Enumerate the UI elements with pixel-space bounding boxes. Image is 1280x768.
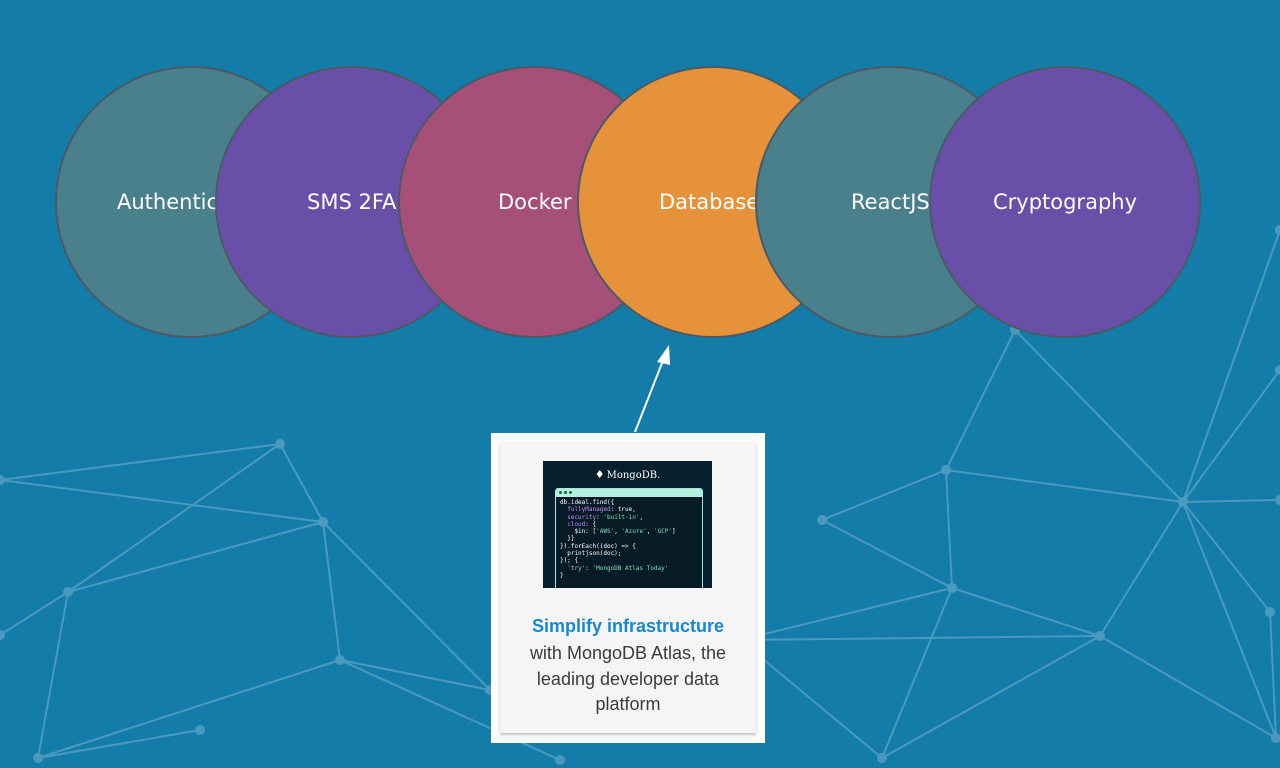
network-line xyxy=(1182,229,1280,503)
ad-body-text: with MongoDB Atlas, the leading develope… xyxy=(529,643,727,714)
network-line xyxy=(821,469,947,521)
network-line xyxy=(1014,329,1184,503)
network-node xyxy=(1271,733,1280,743)
network-node xyxy=(1275,365,1280,375)
mongodb-logo: ♦ MongoDB. xyxy=(594,468,661,481)
network-line xyxy=(0,443,281,481)
network-line xyxy=(37,659,341,759)
code-snippet: db.ideal.find({ fullyManaged: true, secu… xyxy=(560,499,676,579)
ad-title-link[interactable]: Simplify infrastructure xyxy=(500,616,756,637)
network-node xyxy=(941,465,951,475)
network-line xyxy=(322,521,341,661)
topic-label: ReactJS xyxy=(851,190,930,214)
topic-label: Database xyxy=(659,190,760,214)
network-line xyxy=(67,521,324,593)
network-line xyxy=(339,659,491,691)
network-node xyxy=(195,725,205,735)
network-line xyxy=(881,587,953,759)
topic-label: Authentic xyxy=(117,190,219,214)
network-line xyxy=(1099,501,1184,637)
network-node xyxy=(63,587,73,597)
topic-bubble-cryptography[interactable]: Cryptography xyxy=(929,66,1201,338)
topic-label: SMS 2FA xyxy=(307,190,397,214)
network-node xyxy=(33,753,43,763)
network-line xyxy=(821,519,953,589)
network-node xyxy=(1178,497,1188,507)
code-window: db.ideal.find({ fullyManaged: true, secu… xyxy=(555,488,703,588)
network-node xyxy=(877,753,887,763)
network-node xyxy=(817,515,827,525)
topic-label: Docker xyxy=(498,190,572,214)
network-line xyxy=(945,469,1184,503)
topic-label: Cryptography xyxy=(992,190,1138,214)
network-line xyxy=(739,587,953,641)
network-line xyxy=(945,329,1016,471)
network-node xyxy=(1275,225,1280,235)
network-line xyxy=(881,635,1101,759)
network-line xyxy=(279,443,324,523)
ad-image[interactable]: ♦ MongoDB. db.ideal.find({ fullyManaged: … xyxy=(543,461,712,588)
network-node xyxy=(275,439,285,449)
network-line xyxy=(1269,611,1277,739)
network-node xyxy=(0,475,5,485)
network-line xyxy=(1182,501,1277,739)
network-line xyxy=(945,469,953,589)
window-titlebar xyxy=(556,489,702,497)
network-line xyxy=(37,591,69,759)
network-node xyxy=(1265,607,1275,617)
network-line xyxy=(1099,635,1277,739)
network-node xyxy=(555,755,565,765)
network-line xyxy=(1182,369,1280,503)
network-line xyxy=(951,587,1101,637)
network-line xyxy=(0,591,69,636)
leaf-icon: ♦ xyxy=(594,468,605,481)
network-line xyxy=(0,479,324,523)
network-line xyxy=(1182,501,1271,613)
network-node xyxy=(318,517,328,527)
network-line xyxy=(739,635,1101,641)
network-node xyxy=(335,655,345,665)
network-line xyxy=(322,521,491,691)
network-node xyxy=(1275,495,1280,505)
ad-content: ♦ MongoDB. db.ideal.find({ fullyManaged: … xyxy=(500,442,756,733)
network-line xyxy=(1182,499,1280,503)
mongodb-ad-card[interactable]: ♦ MongoDB. db.ideal.find({ fullyManaged: … xyxy=(491,433,765,743)
network-node xyxy=(1095,631,1105,641)
network-node xyxy=(947,583,957,593)
network-line xyxy=(37,729,201,759)
